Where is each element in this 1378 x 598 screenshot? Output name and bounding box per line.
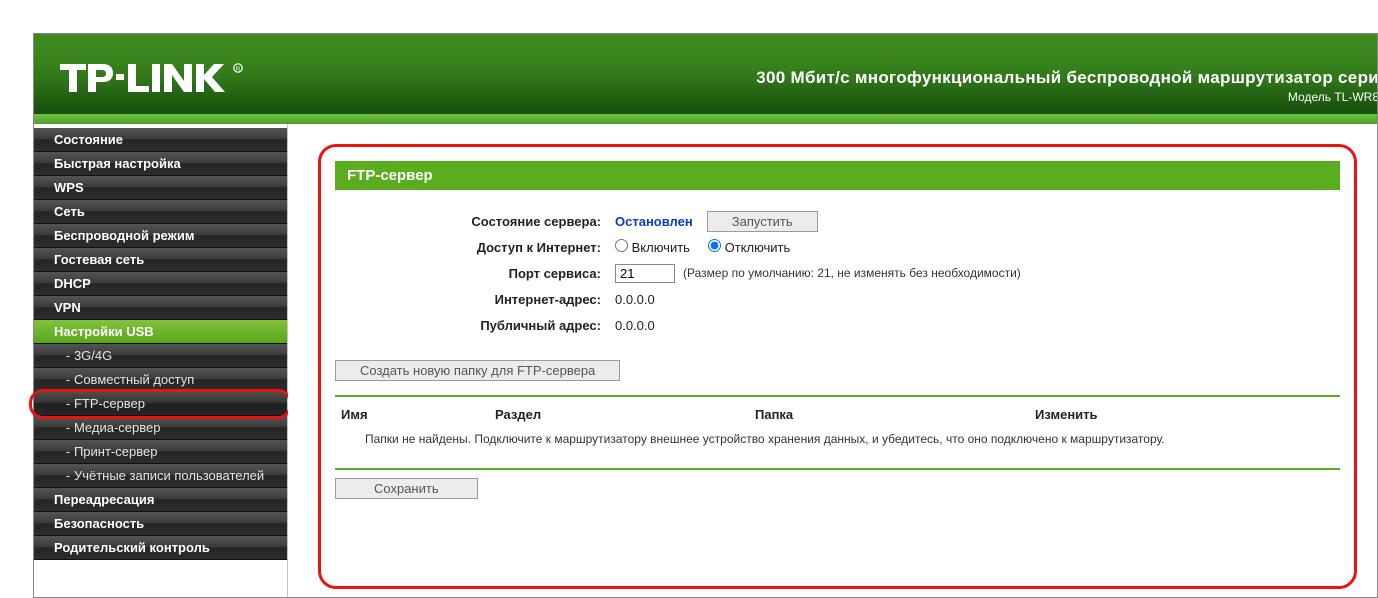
internet-access-label: Доступ к Интернет: — [335, 240, 615, 255]
public-address-label: Публичный адрес: — [335, 318, 615, 333]
panel-title: FTP-сервер — [335, 161, 1340, 190]
svg-text:R: R — [236, 67, 241, 73]
radio-disable[interactable] — [708, 239, 721, 252]
header-subtitle: Модель TL-WR8 — [1288, 90, 1377, 104]
sidebar-item-status[interactable]: Состояние — [34, 128, 287, 152]
server-status-label: Состояние сервера: — [335, 214, 615, 229]
internet-address-value: 0.0.0.0 — [615, 292, 655, 307]
table-header: Имя Раздел Папка Изменить — [335, 405, 1340, 424]
internet-address-label: Интернет-адрес: — [335, 292, 615, 307]
sidebar-item-quick-setup[interactable]: Быстрая настройка — [34, 152, 287, 176]
radio-disable-label: Отключить — [725, 240, 791, 255]
server-status-value: Остановлен — [615, 214, 693, 229]
sidebar: Состояние Быстрая настройка WPS Сеть Бес… — [34, 124, 288, 597]
sidebar-item-forwarding[interactable]: Переадресация — [34, 488, 287, 512]
sidebar-item-ftp[interactable]: - FTP-сервер — [34, 392, 287, 416]
service-port-label: Порт сервиса: — [335, 266, 615, 281]
new-folder-button[interactable]: Создать новую папку для FTP-сервера — [335, 360, 620, 381]
content: FTP-сервер Состояние сервера: Остановлен… — [288, 124, 1377, 597]
service-port-hint: (Размер по умолчанию: 21, не изменять бе… — [683, 266, 1021, 280]
start-button[interactable]: Запустить — [707, 211, 818, 232]
col-name: Имя — [335, 407, 495, 422]
service-port-input[interactable] — [615, 264, 675, 283]
divider-bottom — [335, 468, 1340, 470]
body: Состояние Быстрая настройка WPS Сеть Бес… — [34, 124, 1377, 597]
sidebar-item-accounts[interactable]: - Учётные записи пользователей — [34, 464, 287, 488]
sidebar-item-print[interactable]: - Принт-сервер — [34, 440, 287, 464]
header-accent-bar — [34, 114, 1377, 124]
sidebar-item-usb[interactable]: Настройки USB — [34, 320, 287, 344]
sidebar-item-vpn[interactable]: VPN — [34, 296, 287, 320]
radio-enable-wrap[interactable]: Включить — [615, 239, 690, 255]
col-part: Раздел — [495, 407, 755, 422]
sidebar-item-security[interactable]: Безопасность — [34, 512, 287, 536]
radio-enable-label: Включить — [632, 240, 690, 255]
radio-enable[interactable] — [615, 239, 628, 252]
col-folder: Папка — [755, 407, 1035, 422]
sidebar-item-wps[interactable]: WPS — [34, 176, 287, 200]
radio-disable-wrap[interactable]: Отключить — [708, 239, 790, 255]
sidebar-item-media[interactable]: - Медиа-сервер — [34, 416, 287, 440]
save-button[interactable]: Сохранить — [335, 478, 478, 499]
sidebar-item-dhcp[interactable]: DHCP — [34, 272, 287, 296]
divider-top — [335, 395, 1340, 397]
sidebar-item-guest[interactable]: Гостевая сеть — [34, 248, 287, 272]
header-title: 300 Мбит/с многофункциональный беспровод… — [756, 68, 1377, 88]
brand-logo: R — [60, 60, 260, 98]
tplink-logo-icon: R — [60, 60, 260, 98]
header: R 300 Мбит/с многофункциональный беспров… — [34, 34, 1377, 124]
sidebar-item-network[interactable]: Сеть — [34, 200, 287, 224]
col-change: Изменить — [1035, 407, 1195, 422]
app-window: R 300 Мбит/с многофункциональный беспров… — [33, 33, 1378, 598]
sidebar-item-parental[interactable]: Родительский контроль — [34, 536, 287, 560]
sidebar-item-3g4g[interactable]: - 3G/4G — [34, 344, 287, 368]
sidebar-item-wireless[interactable]: Беспроводной режим — [34, 224, 287, 248]
form-area: Состояние сервера: Остановлен Запустить … — [335, 190, 1340, 499]
content-panel: FTP-сервер Состояние сервера: Остановлен… — [318, 144, 1357, 589]
table-empty-message: Папки не найдены. Подключите к маршрутиз… — [335, 424, 1340, 454]
sidebar-item-sharing[interactable]: - Совместный доступ — [34, 368, 287, 392]
public-address-value: 0.0.0.0 — [615, 318, 655, 333]
